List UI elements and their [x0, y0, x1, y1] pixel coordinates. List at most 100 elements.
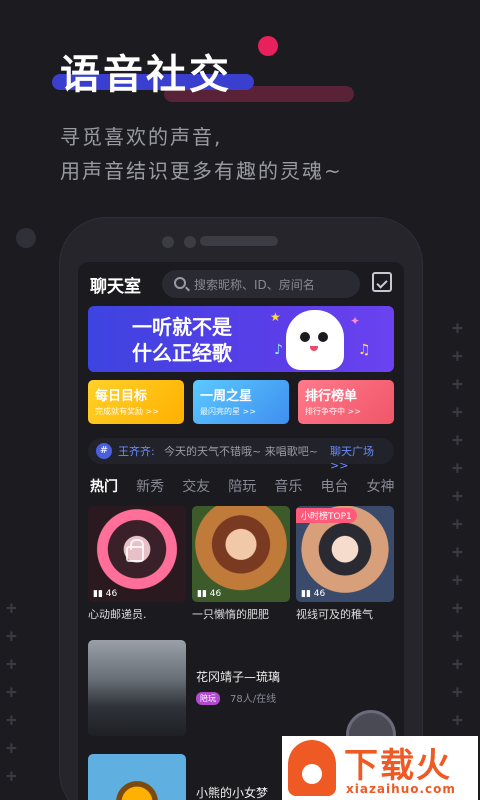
music-note-icon: ♫: [358, 342, 371, 358]
plus-icon: +: [452, 654, 463, 675]
card-subtitle: 排行争夺中 >>: [305, 407, 361, 416]
room-name: 视线可及的稚气: [296, 608, 373, 621]
card-subtitle: 最闪亮的星 >>: [200, 407, 256, 416]
plus-icon: +: [6, 738, 17, 759]
tab-hot[interactable]: 热门: [90, 476, 118, 496]
phone-speaker: [200, 236, 278, 246]
room-card[interactable]: ▮▮ 46 心动邮递员.: [88, 506, 186, 622]
star-icon: ✦: [350, 314, 361, 328]
plus-icon: +: [452, 570, 463, 591]
watermark-url: xiazaihuo.com: [346, 782, 456, 796]
hashtag-icon: #: [96, 443, 112, 459]
search-icon: [174, 277, 186, 289]
card-title: 排行榜单: [305, 389, 358, 404]
leaderboard-card[interactable]: 排行榜单 排行争夺中 >>: [298, 380, 394, 424]
hero-subtitle: 寻觅喜欢的声音, 用声音结识更多有趣的灵魂~: [60, 120, 343, 188]
hero-dot: [258, 36, 278, 56]
plus-icon: +: [452, 598, 463, 619]
card-title: 一周之星: [200, 389, 253, 404]
hero-subtitle-line1: 寻觅喜欢的声音,: [60, 125, 223, 149]
plus-icon: +: [452, 626, 463, 647]
promo-banner[interactable]: 一听就不是 什么正经歌 ★ ✦ ♪ ♫: [88, 306, 394, 372]
plus-icon: +: [452, 458, 463, 479]
plus-icon: +: [6, 710, 17, 731]
banner-line1: 一听就不是: [132, 315, 232, 339]
room-cover: 小时榜TOP1 ▮▮ 46: [296, 506, 394, 602]
room-name: 一只懒惰的肥肥: [192, 608, 269, 621]
flame-logo-icon: [288, 740, 336, 796]
plus-icon: +: [6, 766, 17, 787]
plus-icon: +: [452, 514, 463, 535]
ghost-mouth: [310, 346, 318, 351]
hero-subtitle-line2: 用声音结识更多有趣的灵魂~: [60, 159, 343, 183]
list-item[interactable]: 花冈靖子—琉璃 陪玩 78人/在线: [88, 640, 394, 736]
online-count: 78人/在线: [230, 694, 277, 705]
weekly-star-card[interactable]: 一周之星 最闪亮的星 >>: [193, 380, 289, 424]
plus-icon: +: [6, 654, 17, 675]
page-title: 聊天室: [90, 277, 141, 297]
plus-icon: +: [452, 318, 463, 339]
room-cover: ▮▮ 46: [88, 506, 186, 602]
ghost-mascot-icon: [286, 310, 344, 370]
hero-heading: 语音社交: [52, 36, 372, 116]
room-name: 心动邮递员.: [88, 608, 147, 621]
plus-icon: +: [452, 374, 463, 395]
room-name: 花冈靖子—琉璃: [196, 670, 281, 684]
watermark-text: 下载火: [344, 746, 452, 786]
background-dot: [16, 228, 36, 248]
room-cover: [88, 754, 186, 800]
hero-title: 语音社交: [60, 52, 232, 98]
top-bar: 聊天室 搜索昵称、ID、房间名: [78, 262, 404, 304]
watermark: 下载火 xiazaihuo.com: [282, 736, 478, 800]
feature-cards: 每日目标 完成就有奖励 >> 一周之星 最闪亮的星 >> 排行榜单 排行争夺中 …: [88, 380, 394, 424]
listener-count-value: 46: [313, 589, 326, 599]
sensor-dot: [184, 236, 196, 248]
banner-text: 一听就不是 什么正经歌: [132, 314, 232, 366]
star-icon: ★: [270, 310, 281, 324]
room-card[interactable]: 小时榜TOP1 ▮▮ 46 视线可及的稚气: [296, 506, 394, 622]
rank-badge: 小时榜TOP1: [296, 508, 357, 523]
search-placeholder: 搜索昵称、ID、房间名: [194, 278, 315, 292]
plus-icon: +: [452, 486, 463, 507]
listener-count: ▮▮ 46: [301, 589, 326, 599]
plus-icon: +: [452, 346, 463, 367]
tab-radio[interactable]: 电台: [320, 476, 348, 496]
ticker-message: 今天的天气不错哦~ 来唱歌吧~: [164, 445, 318, 458]
tab-new[interactable]: 新秀: [136, 476, 164, 496]
card-subtitle: 完成就有奖励 >>: [95, 407, 159, 416]
room-name: 小熊的小女梦: [196, 786, 269, 800]
room-cover: [88, 640, 186, 736]
room-card[interactable]: ▮▮ 46 一只懒惰的肥肥: [192, 506, 290, 622]
category-tabs: 热门 新秀 交友 陪玩 音乐 电台 女神 男神: [90, 476, 404, 498]
tab-music[interactable]: 音乐: [274, 476, 302, 496]
checkin-calendar-icon[interactable]: [372, 272, 392, 292]
sensor-dot: [162, 236, 174, 248]
ghost-eye: [318, 332, 328, 342]
listener-count-value: 46: [209, 589, 222, 599]
tab-companion[interactable]: 陪玩: [228, 476, 256, 496]
chat-square-link[interactable]: 聊天广场 >>: [330, 443, 394, 472]
card-title: 每日目标: [95, 389, 148, 404]
tab-goddess[interactable]: 女神: [367, 476, 395, 496]
plus-icon: +: [452, 682, 463, 703]
ghost-eye: [300, 332, 310, 342]
daily-goal-card[interactable]: 每日目标 完成就有奖励 >>: [88, 380, 184, 424]
search-input[interactable]: 搜索昵称、ID、房间名: [162, 270, 360, 298]
plus-icon: +: [452, 402, 463, 423]
lock-icon: [126, 539, 144, 562]
tab-friends[interactable]: 交友: [182, 476, 210, 496]
plus-icon: +: [6, 598, 17, 619]
plus-icon: +: [452, 542, 463, 563]
listener-count-value: 46: [105, 589, 118, 599]
plus-icon: +: [6, 626, 17, 647]
ticker-username: 王齐齐:: [118, 445, 155, 458]
plus-icon: +: [6, 682, 17, 703]
banner-line2: 什么正经歌: [132, 341, 232, 365]
category-tag: 陪玩: [196, 692, 220, 705]
plus-icon: +: [452, 430, 463, 451]
room-cover: ▮▮ 46: [192, 506, 290, 602]
chat-ticker[interactable]: # 王齐齐: 今天的天气不错哦~ 来唱歌吧~ 聊天广场 >>: [88, 438, 394, 472]
listener-count: ▮▮ 46: [197, 589, 222, 599]
plus-icon: +: [452, 710, 463, 731]
phone-screen: 聊天室 搜索昵称、ID、房间名 一听就不是 什么正经歌 ★ ✦ ♪ ♫ 每日目标…: [78, 262, 404, 800]
